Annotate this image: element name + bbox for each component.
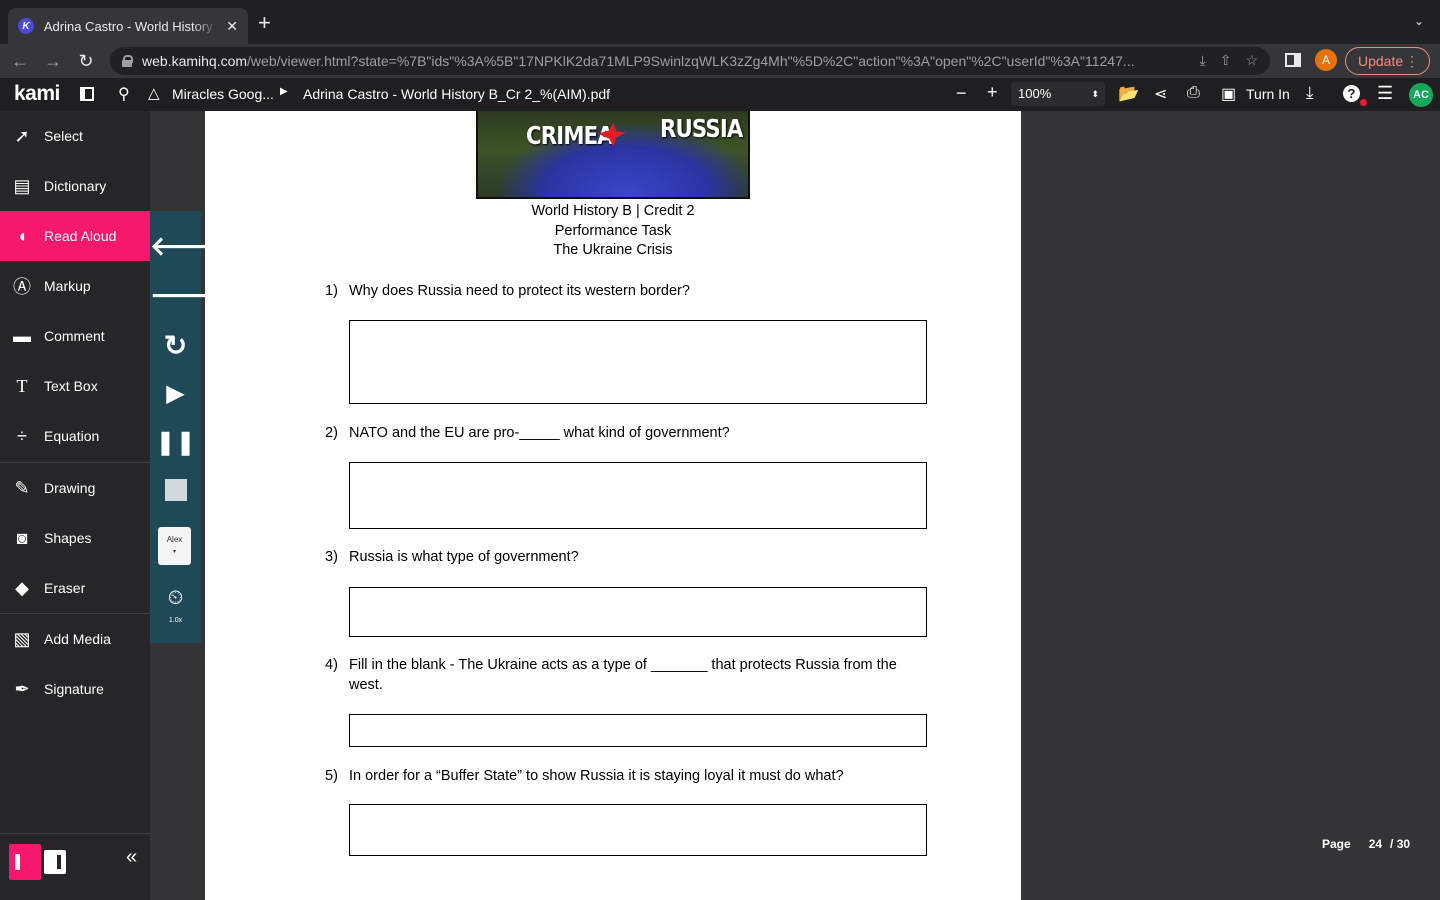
answer-box-4[interactable] xyxy=(349,714,927,747)
zoom-select[interactable]: 100% ⬍ xyxy=(1011,82,1105,106)
doc-course-title: World History B | Credit 2 xyxy=(531,203,695,219)
stop-icon[interactable] xyxy=(150,479,201,506)
select-arrows-icon: ⬍ xyxy=(1091,89,1099,99)
crimea-russia-map-image: CRIMEA RUSSIA xyxy=(476,111,750,199)
browser-profile-avatar[interactable]: A xyxy=(1315,49,1337,71)
url-text: web.kamihq.com/web/viewer.html?state=%7B… xyxy=(142,53,1135,69)
open-folder-icon[interactable]: 📂 xyxy=(1118,84,1139,104)
read-aloud-panel: 🡐 🡒 ↻ ▶ ❚❚ Alex ▾ ⏲ 1.0x xyxy=(150,211,220,643)
install-app-icon[interactable]: ⤓ xyxy=(1200,52,1206,69)
tab-search-chevron-icon[interactable]: ⌄ xyxy=(1414,14,1424,28)
forward-arrow-icon[interactable]: → xyxy=(41,49,65,73)
zoom-out-button[interactable]: − xyxy=(956,83,967,104)
help-icon[interactable]: ? xyxy=(1343,85,1360,102)
sidebar-item-add-media[interactable]: ▧ Add Media xyxy=(0,614,150,664)
save-icon[interactable]: ▣ xyxy=(1221,84,1236,104)
markup-icon: Ⓐ xyxy=(13,277,31,297)
toggle-sidebar-icon[interactable] xyxy=(80,87,94,101)
kami-logo[interactable]: kami xyxy=(14,82,60,106)
sidebar-footer: « xyxy=(0,833,150,900)
download-icon[interactable]: ⤓ xyxy=(1306,83,1314,103)
kami-favicon-icon: K xyxy=(18,18,34,34)
current-page: 24 xyxy=(1368,837,1383,851)
share-nodes-icon[interactable]: ⋖ xyxy=(1154,84,1167,104)
single-page-layout-icon[interactable] xyxy=(9,844,41,880)
answer-box-3[interactable] xyxy=(349,587,927,637)
reload-icon[interactable]: ↻ xyxy=(74,49,98,73)
side-panel-icon[interactable] xyxy=(1285,53,1301,67)
more-vert-icon: ⋮ xyxy=(1405,53,1419,69)
file-name[interactable]: Adrina Castro - World History B_Cr 2_%(A… xyxy=(303,86,610,102)
restart-icon[interactable]: ↻ xyxy=(150,329,201,362)
media-icon: ▧ xyxy=(13,628,31,649)
sidebar-item-select[interactable]: ➚ Select xyxy=(0,111,150,161)
split-layout-icon[interactable] xyxy=(44,850,66,874)
previous-arrow-icon[interactable]: 🡐 xyxy=(150,231,220,262)
text-icon: T xyxy=(16,375,28,396)
browser-tab[interactable]: K Adrina Castro - World History B_Cr 2_%… xyxy=(8,8,248,44)
breadcrumb-arrow-icon: ▶ xyxy=(280,86,288,97)
eraser-icon: ◆ xyxy=(15,577,29,598)
tool-sidebar: ➚ Select ▤ Dictionary ◖ Read Aloud Ⓐ Markup … xyxy=(0,111,150,900)
answer-box-2[interactable] xyxy=(349,462,927,529)
sidebar-item-markup[interactable]: Ⓐ Markup xyxy=(0,261,150,311)
brush-icon: ✎ xyxy=(14,477,30,498)
share-icon[interactable]: ⇧ xyxy=(1220,52,1232,69)
book-icon: ▤ xyxy=(13,175,31,196)
notification-dot xyxy=(1360,99,1367,106)
address-bar[interactable]: web.kamihq.com/web/viewer.html?state=%7B… xyxy=(110,47,1270,75)
tab-title: Adrina Castro - World History B_Cr 2_%(A… xyxy=(43,18,218,34)
sidebar-item-eraser[interactable]: ◆ Eraser xyxy=(0,563,150,613)
answer-box-5[interactable] xyxy=(349,804,927,856)
pause-icon[interactable]: ❚❚ xyxy=(150,428,201,457)
user-avatar[interactable]: AC xyxy=(1409,83,1433,107)
new-tab-icon[interactable]: + xyxy=(258,12,271,34)
breadcrumb-folder[interactable]: Miracles Goog... xyxy=(172,86,274,102)
speed-clock-icon[interactable]: ⏲ xyxy=(150,587,201,610)
doc-task-title: Performance Task xyxy=(554,223,672,239)
lock-icon xyxy=(122,55,133,67)
pen-nib-icon: ✒ xyxy=(14,678,30,699)
collapse-sidebar-icon[interactable]: « xyxy=(126,846,137,869)
pdf-page: CRIMEA RUSSIA World History B | Credit 2… xyxy=(205,111,1021,900)
answer-box-1[interactable] xyxy=(349,320,927,404)
speed-label: 1.0x xyxy=(168,617,183,624)
google-drive-icon: △ xyxy=(148,85,160,102)
sidebar-item-drawing[interactable]: ✎ Drawing xyxy=(0,463,150,513)
sidebar-item-text-box[interactable]: T Text Box xyxy=(0,361,150,411)
comment-icon: ▬ xyxy=(13,325,31,346)
sidebar-item-read-aloud[interactable]: ◖ Read Aloud xyxy=(0,211,150,261)
sidebar-item-shapes[interactable]: ◙ Shapes xyxy=(0,513,150,563)
kami-toolbar: kami ⚲ △ Miracles Goog... ▶ Adrina Castr… xyxy=(0,78,1440,111)
doc-topic-title: The Ukraine Crisis xyxy=(553,242,673,258)
sidebar-item-dictionary[interactable]: ▤ Dictionary xyxy=(0,161,150,211)
tab-close-icon[interactable]: ✕ xyxy=(226,18,238,35)
print-icon[interactable]: ⎙ xyxy=(1187,84,1200,102)
back-arrow-icon[interactable]: ← xyxy=(8,49,32,73)
chevron-down-icon: ▾ xyxy=(172,549,176,555)
sidebar-item-comment[interactable]: ▬ Comment xyxy=(0,311,150,361)
cursor-icon: ➚ xyxy=(14,125,30,146)
browser-toolbar: ← → ↻ web.kamihq.com/web/viewer.html?sta… xyxy=(0,44,1440,78)
bookmark-star-icon[interactable]: ☆ xyxy=(1245,52,1258,69)
voice-select[interactable]: Alex ▾ xyxy=(158,527,191,565)
zoom-in-button[interactable]: + xyxy=(987,82,998,103)
turn-in-button[interactable]: Turn In xyxy=(1246,86,1290,102)
menu-icon[interactable]: ☰ xyxy=(1377,83,1393,104)
shapes-icon: ◙ xyxy=(16,527,28,548)
sidebar-item-signature[interactable]: ✒ Signature xyxy=(0,664,150,714)
play-icon[interactable]: ▶ xyxy=(150,379,201,408)
update-button[interactable]: Update ⋮ xyxy=(1345,47,1430,75)
read-aloud-icon: ◖ xyxy=(16,225,28,246)
sidebar-item-equation[interactable]: ÷ Equation xyxy=(0,411,150,461)
divide-icon: ÷ xyxy=(17,425,27,446)
browser-tab-bar: K Adrina Castro - World History B_Cr 2_%… xyxy=(0,0,1440,44)
search-icon[interactable]: ⚲ xyxy=(118,84,130,104)
page-indicator[interactable]: Page 24/ 30 xyxy=(1322,837,1410,851)
total-pages: / 30 xyxy=(1390,837,1411,851)
next-arrow-icon[interactable]: 🡒 xyxy=(150,280,220,311)
